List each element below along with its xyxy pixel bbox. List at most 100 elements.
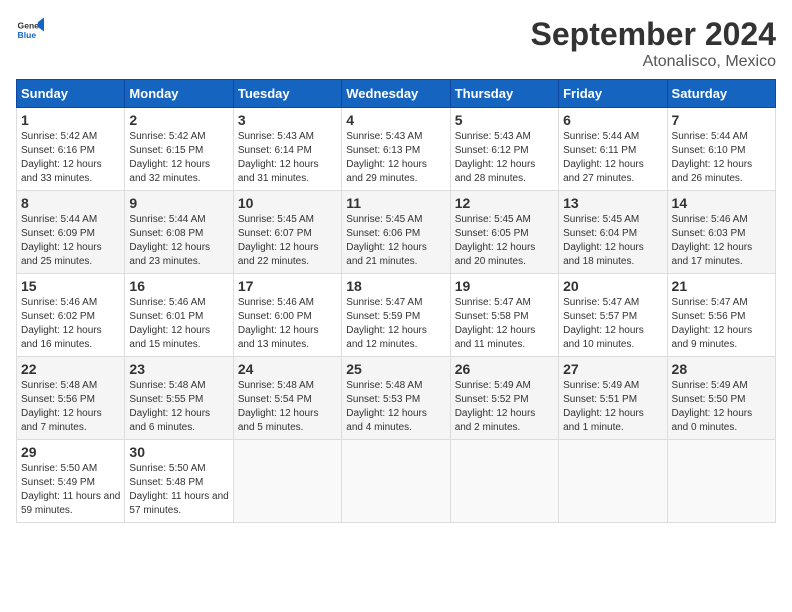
day-info: Sunrise: 5:48 AMSunset: 5:55 PMDaylight:… [129, 380, 210, 433]
col-thursday: Thursday [450, 80, 558, 108]
day-number: 12 [455, 195, 554, 211]
day-info: Sunrise: 5:42 AMSunset: 6:15 PMDaylight:… [129, 131, 210, 184]
table-row: 22 Sunrise: 5:48 AMSunset: 5:56 PMDayligh… [17, 357, 125, 440]
day-number: 22 [21, 361, 120, 377]
day-info: Sunrise: 5:44 AMSunset: 6:09 PMDaylight:… [21, 214, 102, 267]
table-row [342, 440, 450, 523]
col-wednesday: Wednesday [342, 80, 450, 108]
table-row: 7 Sunrise: 5:44 AMSunset: 6:10 PMDaylight… [667, 108, 775, 191]
calendar-week-row: 15 Sunrise: 5:46 AMSunset: 6:02 PMDayligh… [17, 274, 776, 357]
col-tuesday: Tuesday [233, 80, 341, 108]
day-number: 17 [238, 278, 337, 294]
day-info: Sunrise: 5:43 AMSunset: 6:13 PMDaylight:… [346, 131, 427, 184]
table-row: 9 Sunrise: 5:44 AMSunset: 6:08 PMDaylight… [125, 191, 233, 274]
day-info: Sunrise: 5:44 AMSunset: 6:10 PMDaylight:… [672, 131, 753, 184]
day-number: 20 [563, 278, 662, 294]
day-info: Sunrise: 5:49 AMSunset: 5:52 PMDaylight:… [455, 380, 536, 433]
day-number: 27 [563, 361, 662, 377]
calendar-week-row: 29 Sunrise: 5:50 AMSunset: 5:49 PMDayligh… [17, 440, 776, 523]
day-number: 24 [238, 361, 337, 377]
table-row: 5Sunrise: 5:43 AMSunset: 6:12 PMDaylight… [450, 108, 558, 191]
day-number: 25 [346, 361, 445, 377]
col-monday: Monday [125, 80, 233, 108]
day-info: Sunrise: 5:49 AMSunset: 5:50 PMDaylight:… [672, 380, 753, 433]
table-row: 29 Sunrise: 5:50 AMSunset: 5:49 PMDayligh… [17, 440, 125, 523]
day-info: Sunrise: 5:43 AMSunset: 6:14 PMDaylight:… [238, 131, 319, 184]
table-row: 20 Sunrise: 5:47 AMSunset: 5:57 PMDayligh… [559, 274, 667, 357]
day-info: Sunrise: 5:44 AMSunset: 6:08 PMDaylight:… [129, 214, 210, 267]
day-info: Sunrise: 5:46 AMSunset: 6:01 PMDaylight:… [129, 297, 210, 350]
table-row: 8 Sunrise: 5:44 AMSunset: 6:09 PMDaylight… [17, 191, 125, 274]
day-info: Sunrise: 5:46 AMSunset: 6:02 PMDaylight:… [21, 297, 102, 350]
day-info: Sunrise: 5:45 AMSunset: 6:05 PMDaylight:… [455, 214, 536, 267]
day-info: Sunrise: 5:45 AMSunset: 6:06 PMDaylight:… [346, 214, 427, 267]
day-info: Sunrise: 5:47 AMSunset: 5:56 PMDaylight:… [672, 297, 753, 350]
table-row: 13 Sunrise: 5:45 AMSunset: 6:04 PMDayligh… [559, 191, 667, 274]
day-number: 7 [672, 112, 771, 128]
day-number: 28 [672, 361, 771, 377]
day-number: 5 [455, 112, 554, 128]
day-info: Sunrise: 5:48 AMSunset: 5:53 PMDaylight:… [346, 380, 427, 433]
table-row: 24 Sunrise: 5:48 AMSunset: 5:54 PMDayligh… [233, 357, 341, 440]
day-number: 8 [21, 195, 120, 211]
day-number: 30 [129, 444, 228, 460]
day-info: Sunrise: 5:46 AMSunset: 6:03 PMDaylight:… [672, 214, 753, 267]
table-row: 19 Sunrise: 5:47 AMSunset: 5:58 PMDayligh… [450, 274, 558, 357]
day-number: 29 [21, 444, 120, 460]
day-number: 18 [346, 278, 445, 294]
calendar-table: Sunday Monday Tuesday Wednesday Thursday… [16, 79, 776, 523]
table-row [450, 440, 558, 523]
day-number: 9 [129, 195, 228, 211]
table-row: 10Sunrise: 5:45 AMSunset: 6:07 PMDayligh… [233, 191, 341, 274]
day-info: Sunrise: 5:45 AMSunset: 6:04 PMDaylight:… [563, 214, 644, 267]
day-number: 10 [238, 195, 337, 211]
day-info: Sunrise: 5:49 AMSunset: 5:51 PMDaylight:… [563, 380, 644, 433]
day-number: 1 [21, 112, 120, 128]
table-row: 4 Sunrise: 5:43 AMSunset: 6:13 PMDaylight… [342, 108, 450, 191]
day-number: 6 [563, 112, 662, 128]
table-row: 3 Sunrise: 5:43 AMSunset: 6:14 PMDaylight… [233, 108, 341, 191]
day-number: 13 [563, 195, 662, 211]
col-sunday: Sunday [17, 80, 125, 108]
day-info: Sunrise: 5:44 AMSunset: 6:11 PMDaylight:… [563, 131, 644, 184]
table-row: 11 Sunrise: 5:45 AMSunset: 6:06 PMDayligh… [342, 191, 450, 274]
table-row [667, 440, 775, 523]
day-number: 16 [129, 278, 228, 294]
table-row: 23Sunrise: 5:48 AMSunset: 5:55 PMDayligh… [125, 357, 233, 440]
day-number: 15 [21, 278, 120, 294]
day-number: 21 [672, 278, 771, 294]
day-number: 4 [346, 112, 445, 128]
col-saturday: Saturday [667, 80, 775, 108]
logo: General Blue [16, 16, 44, 44]
day-number: 14 [672, 195, 771, 211]
table-row: 2 Sunrise: 5:42 AMSunset: 6:15 PMDaylight… [125, 108, 233, 191]
calendar-week-row: 22 Sunrise: 5:48 AMSunset: 5:56 PMDayligh… [17, 357, 776, 440]
day-info: Sunrise: 5:47 AMSunset: 5:58 PMDaylight:… [455, 297, 536, 350]
table-row: 15 Sunrise: 5:46 AMSunset: 6:02 PMDayligh… [17, 274, 125, 357]
day-info: Sunrise: 5:50 AMSunset: 5:48 PMDaylight:… [129, 463, 228, 516]
day-info: Sunrise: 5:48 AMSunset: 5:56 PMDaylight:… [21, 380, 102, 433]
table-row: 28 Sunrise: 5:49 AMSunset: 5:50 PMDayligh… [667, 357, 775, 440]
day-number: 2 [129, 112, 228, 128]
day-number: 3 [238, 112, 337, 128]
svg-text:Blue: Blue [18, 30, 37, 40]
col-friday: Friday [559, 80, 667, 108]
location-title: Atonalisco, Mexico [531, 53, 776, 71]
table-row: 21 Sunrise: 5:47 AMSunset: 5:56 PMDayligh… [667, 274, 775, 357]
day-info: Sunrise: 5:42 AMSunset: 6:16 PMDaylight:… [21, 131, 102, 184]
calendar-week-row: 8 Sunrise: 5:44 AMSunset: 6:09 PMDaylight… [17, 191, 776, 274]
day-info: Sunrise: 5:48 AMSunset: 5:54 PMDaylight:… [238, 380, 319, 433]
day-info: Sunrise: 5:47 AMSunset: 5:57 PMDaylight:… [563, 297, 644, 350]
day-info: Sunrise: 5:50 AMSunset: 5:49 PMDaylight:… [21, 463, 120, 516]
table-row: 25 Sunrise: 5:48 AMSunset: 5:53 PMDayligh… [342, 357, 450, 440]
day-number: 19 [455, 278, 554, 294]
day-number: 11 [346, 195, 445, 211]
table-row [233, 440, 341, 523]
header: General Blue September 2024 Atonalisco, … [16, 16, 776, 71]
table-row: 18Sunrise: 5:47 AMSunset: 5:59 PMDayligh… [342, 274, 450, 357]
title-area: September 2024 Atonalisco, Mexico [531, 16, 776, 71]
table-row: 1 Sunrise: 5:42 AMSunset: 6:16 PMDaylight… [17, 108, 125, 191]
calendar-week-row: 1 Sunrise: 5:42 AMSunset: 6:16 PMDaylight… [17, 108, 776, 191]
table-row: 6 Sunrise: 5:44 AMSunset: 6:11 PMDaylight… [559, 108, 667, 191]
table-row: 27 Sunrise: 5:49 AMSunset: 5:51 PMDayligh… [559, 357, 667, 440]
